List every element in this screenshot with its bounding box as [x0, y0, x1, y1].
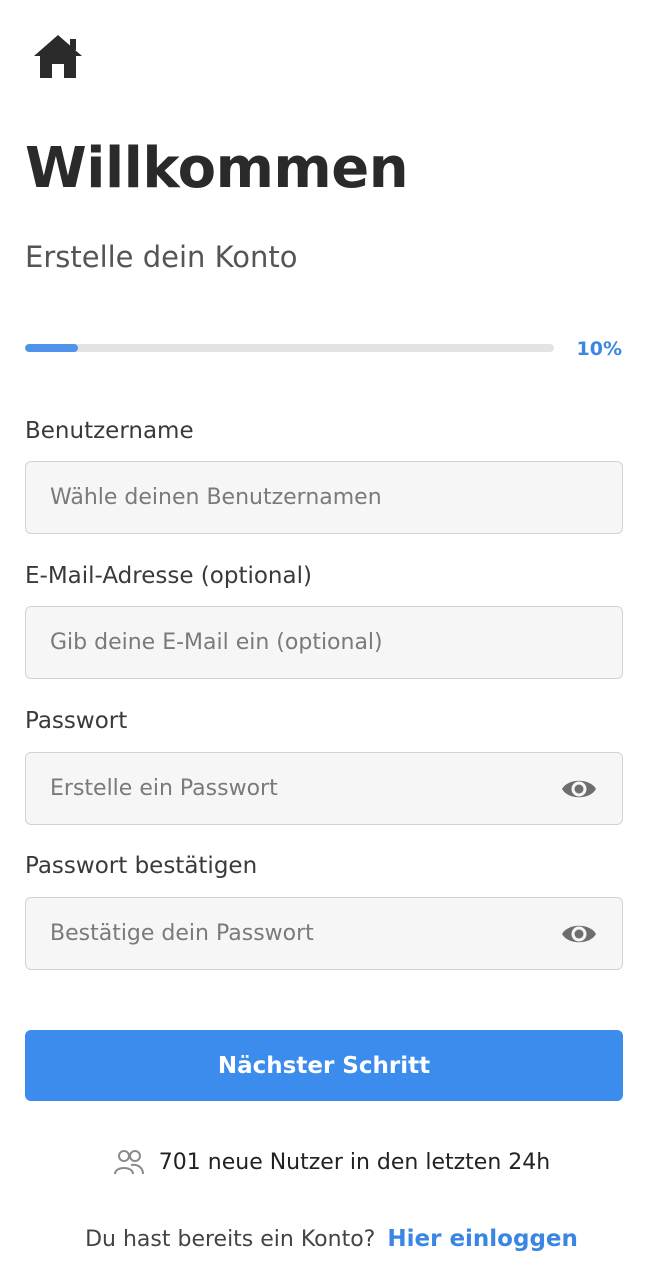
password-field-container	[25, 752, 623, 825]
home-icon[interactable]	[30, 32, 86, 82]
login-question: Du hast bereits ein Konto?	[85, 1226, 376, 1252]
username-input[interactable]	[26, 462, 622, 533]
login-link[interactable]: Hier einloggen	[387, 1226, 578, 1252]
confirm-password-input[interactable]	[26, 898, 622, 969]
password-input[interactable]	[26, 753, 622, 824]
login-prompt: Du hast bereits ein Konto? Hier einlogge…	[0, 1222, 663, 1256]
users-icon	[113, 1147, 145, 1177]
eye-icon[interactable]	[560, 916, 598, 952]
progress-percent: 10%	[576, 338, 622, 360]
new-users-text: 701 neue Nutzer in den letzten 24h	[158, 1149, 551, 1175]
progress-bar	[25, 344, 554, 352]
username-label: Benutzername	[25, 418, 194, 444]
confirm-password-field-container	[25, 897, 623, 970]
new-users-stat: 701 neue Nutzer in den letzten 24h	[0, 1145, 663, 1179]
confirm-password-label: Passwort bestätigen	[25, 853, 258, 879]
page-subtitle: Erstelle dein Konto	[25, 240, 298, 274]
signup-page: Willkommen Erstelle dein Konto 10% Benut…	[0, 0, 663, 1280]
password-label: Passwort	[25, 708, 128, 734]
page-title: Willkommen	[25, 136, 409, 201]
email-input[interactable]	[26, 607, 622, 678]
username-field-container	[25, 461, 623, 534]
email-label: E-Mail-Adresse (optional)	[25, 563, 312, 589]
progress-bar-fill	[25, 344, 78, 352]
email-field-container	[25, 606, 623, 679]
eye-icon[interactable]	[560, 771, 598, 807]
next-step-button[interactable]: Nächster Schritt	[25, 1030, 623, 1101]
